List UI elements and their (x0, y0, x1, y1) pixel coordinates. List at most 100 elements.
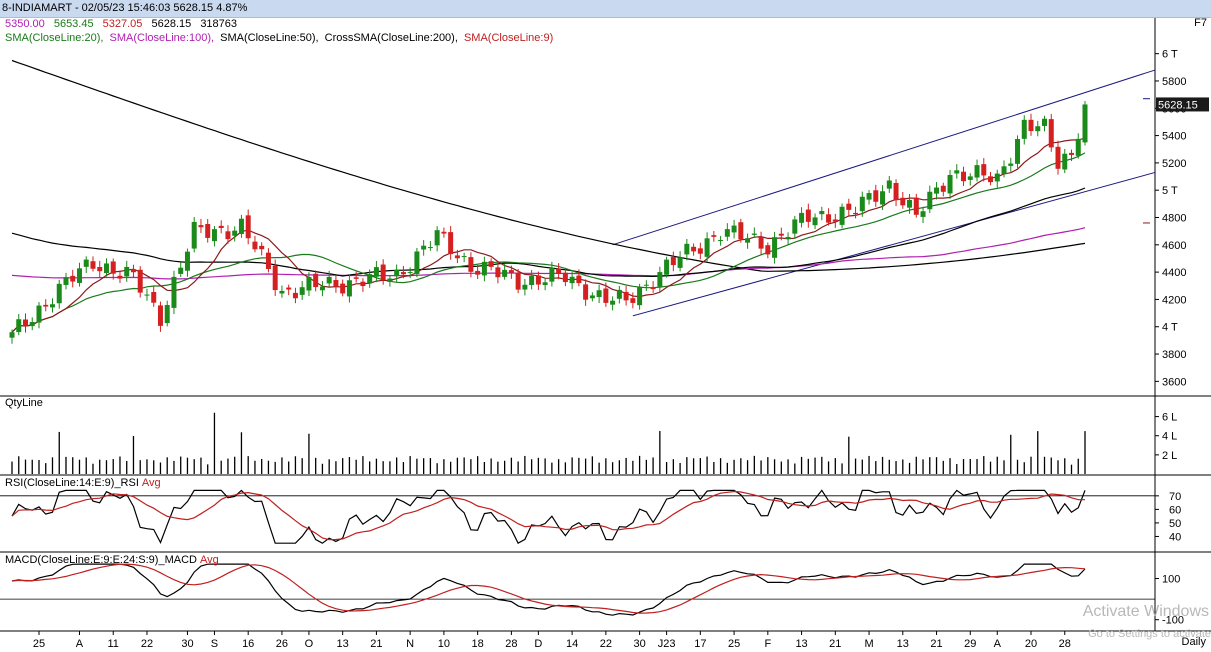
candle-body[interactable] (616, 289, 622, 299)
candle-body[interactable] (994, 173, 1000, 182)
candle-body[interactable] (650, 287, 656, 290)
candle-body[interactable] (947, 174, 953, 194)
candle-body[interactable] (893, 183, 899, 201)
candle-body[interactable] (225, 231, 231, 240)
candle-body[interactable] (839, 206, 845, 225)
candle-body[interactable] (144, 294, 150, 296)
candle-body[interactable] (232, 230, 238, 236)
candle-body[interactable] (718, 239, 724, 241)
candle-body[interactable] (178, 267, 184, 274)
candle-body[interactable] (988, 176, 994, 183)
candle-body[interactable] (495, 267, 501, 278)
candle-body[interactable] (218, 225, 224, 228)
candle-body[interactable] (596, 290, 602, 298)
candle-body[interactable] (103, 263, 109, 274)
candle-body[interactable] (461, 256, 467, 258)
candle-body[interactable] (49, 304, 55, 308)
candle-body[interactable] (313, 273, 319, 288)
candle-body[interactable] (43, 304, 49, 307)
candle-body[interactable] (684, 243, 690, 255)
candle-body[interactable] (238, 218, 244, 235)
candle-body[interactable] (542, 282, 548, 286)
candle-body[interactable] (259, 245, 265, 250)
candle-body[interactable] (508, 270, 514, 273)
candle-body[interactable] (117, 275, 123, 279)
candle-body[interactable] (353, 277, 359, 279)
candle-body[interactable] (738, 222, 744, 240)
candle-body[interactable] (360, 281, 366, 287)
candle-body[interactable] (664, 259, 670, 275)
candle-body[interactable] (1055, 146, 1061, 169)
candle-body[interactable] (880, 191, 886, 205)
candle-body[interactable] (22, 319, 28, 327)
candle-body[interactable] (488, 261, 494, 267)
candle-body[interactable] (245, 215, 251, 239)
candle-body[interactable] (1021, 119, 1027, 139)
candle-body[interactable] (319, 286, 325, 291)
candle-body[interactable] (211, 229, 217, 242)
candle-body[interactable] (1015, 139, 1021, 164)
candle-body[interactable] (414, 251, 420, 275)
candle-body[interactable] (1028, 119, 1034, 132)
candle-body[interactable] (623, 291, 629, 301)
candle-body[interactable] (576, 275, 582, 284)
candle-body[interactable] (697, 248, 703, 254)
candle-body[interactable] (711, 235, 717, 237)
candle-body[interactable] (927, 191, 933, 210)
candle-body[interactable] (1048, 119, 1054, 148)
candle-body[interactable] (380, 264, 386, 280)
candle-body[interactable] (630, 298, 636, 303)
candle-body[interactable] (373, 267, 379, 277)
candle-body[interactable] (603, 288, 609, 303)
candle-body[interactable] (97, 266, 103, 272)
candle-body[interactable] (124, 266, 130, 277)
candle-body[interactable] (279, 290, 285, 294)
candle-body[interactable] (785, 237, 791, 240)
candle-body[interactable] (745, 238, 751, 243)
candle-body[interactable] (1062, 153, 1068, 170)
candle-body[interactable] (583, 284, 589, 300)
candle-body[interactable] (562, 272, 568, 283)
candle-body[interactable] (832, 219, 838, 222)
candle-body[interactable] (252, 241, 258, 250)
candle-body[interactable] (677, 257, 683, 268)
candle-body[interactable] (569, 276, 575, 284)
candle-body[interactable] (859, 196, 865, 212)
candle-body[interactable] (907, 199, 913, 208)
candle-body[interactable] (16, 319, 22, 333)
candle-body[interactable] (920, 211, 926, 217)
candle-body[interactable] (778, 233, 784, 236)
candle-body[interactable] (758, 236, 764, 249)
candle-body[interactable] (454, 255, 460, 259)
candle-body[interactable] (866, 193, 872, 200)
candle-body[interactable] (407, 272, 413, 274)
candle-body[interactable] (198, 225, 204, 228)
candle-body[interactable] (589, 295, 595, 299)
candle-body[interactable] (1008, 163, 1014, 166)
candle-body[interactable] (434, 230, 440, 246)
candle-body[interactable] (610, 300, 616, 305)
candle-body[interactable] (157, 305, 163, 326)
candle-body[interactable] (265, 252, 271, 269)
candle-body[interactable] (981, 164, 987, 176)
candle-body[interactable] (792, 219, 798, 234)
candle-body[interactable] (556, 268, 562, 274)
candle-body[interactable] (765, 245, 771, 255)
candle-body[interactable] (961, 171, 967, 182)
candle-body[interactable] (940, 185, 946, 192)
candle-body[interactable] (751, 233, 757, 235)
candle-body[interactable] (954, 170, 960, 174)
candle-body[interactable] (934, 187, 940, 194)
candle-body[interactable] (83, 259, 89, 267)
candle-body[interactable] (137, 269, 143, 293)
candle-body[interactable] (421, 245, 427, 250)
candle-body[interactable] (333, 279, 339, 287)
candle-body[interactable] (36, 305, 42, 323)
candle-body[interactable] (502, 269, 508, 277)
candle-body[interactable] (427, 247, 433, 249)
candle-body[interactable] (913, 197, 919, 215)
candle-body[interactable] (1042, 118, 1048, 126)
candle-body[interactable] (481, 261, 487, 276)
candle-body[interactable] (63, 277, 69, 285)
candle-body[interactable] (529, 275, 535, 285)
